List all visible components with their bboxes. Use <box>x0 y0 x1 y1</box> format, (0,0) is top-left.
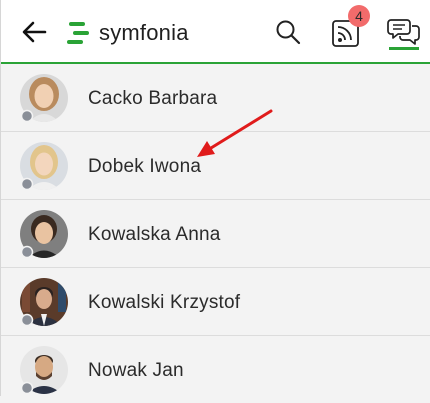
annotation-arrow <box>197 109 273 157</box>
app-frame: symfonia 4 Cacko Barbara Dobek Iwona Kow… <box>0 0 430 403</box>
